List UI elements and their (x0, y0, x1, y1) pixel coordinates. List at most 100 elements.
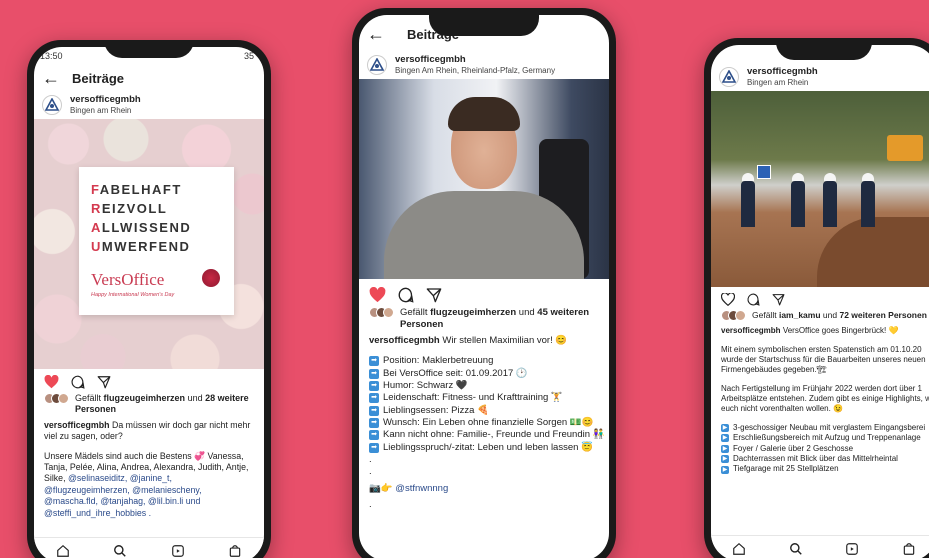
likes-mid: und (187, 393, 203, 404)
comment-icon[interactable] (398, 287, 414, 303)
play-icon: ▶ (721, 455, 729, 464)
logo-icon (722, 70, 736, 83)
arrow-right-icon: ➡ (369, 356, 379, 367)
person-figure (823, 181, 837, 228)
caption-bullet-text: Foyer / Galerie über 2 Geschosse (733, 443, 854, 453)
caption-user[interactable]: versofficegmbh (44, 420, 110, 430)
heart-icon[interactable] (369, 287, 386, 303)
liker-avatars (44, 393, 69, 405)
action-bar (34, 369, 264, 391)
logo-icon (370, 58, 384, 71)
phone-center: ← Beiträge versofficegmbh Bingen Am Rhei… (352, 8, 616, 558)
avatar[interactable] (367, 55, 387, 76)
rose-icon (202, 269, 220, 288)
avatar[interactable] (719, 67, 739, 88)
home-icon[interactable] (56, 544, 70, 558)
likes-user[interactable]: flugzeugeimherzen (430, 307, 516, 318)
account-location[interactable]: Bingen am Rhein (70, 106, 141, 115)
caption-line: ➡ Lieblingsessen: Pizza 🍕 (369, 405, 599, 417)
comment-icon[interactable] (747, 293, 760, 306)
caption-list: ▶ 3-geschossiger Neubau mit verglastem Ei… (721, 423, 929, 475)
heart-icon[interactable] (721, 293, 735, 307)
account-location[interactable]: Bingen am Rhein (747, 78, 818, 87)
heart-icon[interactable] (44, 375, 59, 389)
caption-dot: . (369, 466, 372, 478)
womens-day-card: FABELHAFT REIZVOLL ALLWISSEND UMWERFEND … (79, 167, 234, 316)
likes-row[interactable]: Gefällt iam_kamu und 72 weiteren Persone… (711, 308, 929, 323)
caption-user[interactable]: versofficegmbh (369, 335, 440, 346)
arrow-right-icon: ➡ (369, 368, 379, 379)
account-location[interactable]: Bingen Am Rhein, Rheinland-Pfalz, German… (395, 66, 555, 75)
shop-icon[interactable] (228, 544, 242, 558)
share-icon[interactable] (97, 375, 111, 389)
reels-icon[interactable] (845, 542, 859, 556)
post-image[interactable]: FABELHAFT REIZVOLL ALLWISSEND UMWERFEND … (34, 119, 264, 370)
caption-line: ➡ Leidenschaft: Fitness- und Krafttrainin… (369, 392, 599, 404)
back-arrow-icon[interactable]: ← (367, 25, 397, 43)
likes-row[interactable]: Gefällt flugzeugeimherzen und 28 weitere… (34, 391, 264, 417)
comment-icon[interactable] (71, 375, 85, 389)
share-icon[interactable] (426, 287, 442, 303)
arrow-right-icon: ➡ (369, 405, 379, 416)
arrow-right-icon: ➡ (369, 418, 379, 429)
likes-user[interactable]: iam_kamu (779, 310, 821, 320)
shop-icon[interactable] (902, 542, 916, 556)
post-image[interactable] (359, 79, 609, 280)
search-icon[interactable] (113, 544, 127, 558)
reels-icon[interactable] (171, 544, 185, 558)
caption-text: VersOffice goes Bingerbrück! 💛 (782, 326, 899, 336)
dirt-pile (817, 217, 929, 288)
phone-notch (776, 38, 872, 60)
caption-paragraph: Nach Fertigstellung im Frühjahr 2022 wer… (721, 383, 929, 414)
account-row[interactable]: versofficegmbh Bingen Am Rhein, Rheinlan… (359, 47, 609, 79)
post-caption: versofficegmbh Wir stellen Maximilian vo… (359, 332, 609, 514)
phone-screen: ← Beiträge versofficegmbh Bingen Am Rhei… (359, 15, 609, 558)
caption-mentions[interactable]: @selinaseiditz, @janine_t, @flugzeugeimh… (44, 473, 202, 517)
caption-line: ➡ Bei VersOffice seit: 01.09.2017 🕑 (369, 368, 599, 380)
post-caption: versofficegmbh VersOffice goes Bingerbrü… (711, 323, 929, 478)
likes-count[interactable]: 28 weitere (205, 393, 249, 403)
liker-avatars (369, 307, 394, 319)
caption-bullet: ▶ Dachterrassen mit Blick über das Mittel… (721, 454, 929, 464)
caption-line-text: Kann nicht ohne: Familie-, Freunde und F… (383, 429, 605, 441)
caption-bullet: ▶ 3-geschossiger Neubau mit verglastem Ei… (721, 423, 929, 433)
caption-dot: . (369, 453, 372, 465)
helmet (862, 173, 874, 182)
bottom-nav (711, 535, 929, 558)
likes-prefix: Gefällt (75, 393, 102, 404)
account-name[interactable]: versofficegmbh (70, 94, 141, 106)
likes-count[interactable]: 45 weiteren (537, 307, 589, 318)
account-name[interactable]: versofficegmbh (395, 54, 555, 66)
likes-user[interactable]: flugzeugeimherzen (104, 393, 186, 403)
search-icon[interactable] (789, 542, 803, 556)
avatar[interactable] (42, 95, 62, 116)
caption-bullet-text: Erschließungsbereich mit Aufzug und Trep… (733, 433, 921, 443)
caption-line: ➡ Lieblingsspruch/-zitat: Leben und leben… (369, 442, 599, 454)
photo-credit[interactable]: 📷👉 @stfnwnnng (369, 483, 599, 495)
caption-dot: . (369, 499, 372, 511)
post-image[interactable] (711, 91, 929, 288)
share-icon[interactable] (772, 293, 785, 306)
helmet (792, 173, 804, 182)
arrow-right-icon: ➡ (369, 430, 379, 441)
phone-left: 13:50 35 ← Beiträge versofficegmbh Binge… (27, 40, 271, 558)
helmet (824, 173, 836, 182)
arrow-right-icon: ➡ (369, 393, 379, 404)
card-tagline: Happy International Women's Day (91, 292, 175, 299)
person-shirt (384, 191, 584, 280)
card-word-4: UMWERFEND (91, 238, 191, 254)
caption-text: Wir stellen Maximilian vor! 😊 (442, 334, 568, 346)
person-hair (448, 97, 520, 132)
arrow-right-icon: ➡ (369, 381, 379, 392)
likes-row[interactable]: Gefällt flugzeugeimherzen und 45 weitere… (359, 305, 609, 332)
likes-count[interactable]: 72 weiteren Personen (839, 310, 926, 320)
account-row[interactable]: versofficegmbh Bingen am Rhein (34, 91, 264, 119)
caption-bullet: ▶ Erschließungsbereich mit Aufzug und Tre… (721, 433, 929, 443)
home-icon[interactable] (732, 542, 746, 556)
phone-screen: versofficegmbh Bingen am Rhein Gefällt i… (711, 45, 929, 558)
caption-user[interactable]: versofficegmbh (721, 326, 781, 335)
phone-screen: 13:50 35 ← Beiträge versofficegmbh Binge… (34, 47, 264, 558)
back-arrow-icon[interactable]: ← (42, 69, 72, 87)
account-name[interactable]: versofficegmbh (747, 66, 818, 78)
account-row[interactable]: versofficegmbh Bingen am Rhein (711, 63, 929, 91)
